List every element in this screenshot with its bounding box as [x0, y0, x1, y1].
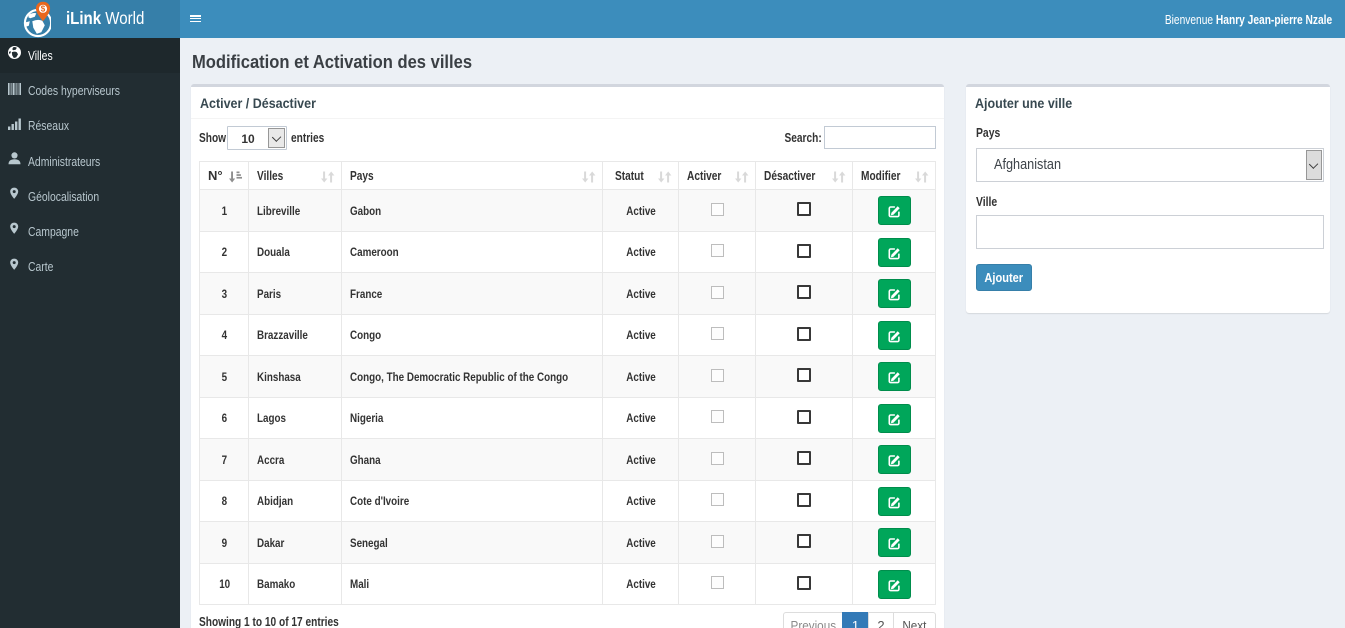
svg-text:$: $ [41, 4, 46, 13]
